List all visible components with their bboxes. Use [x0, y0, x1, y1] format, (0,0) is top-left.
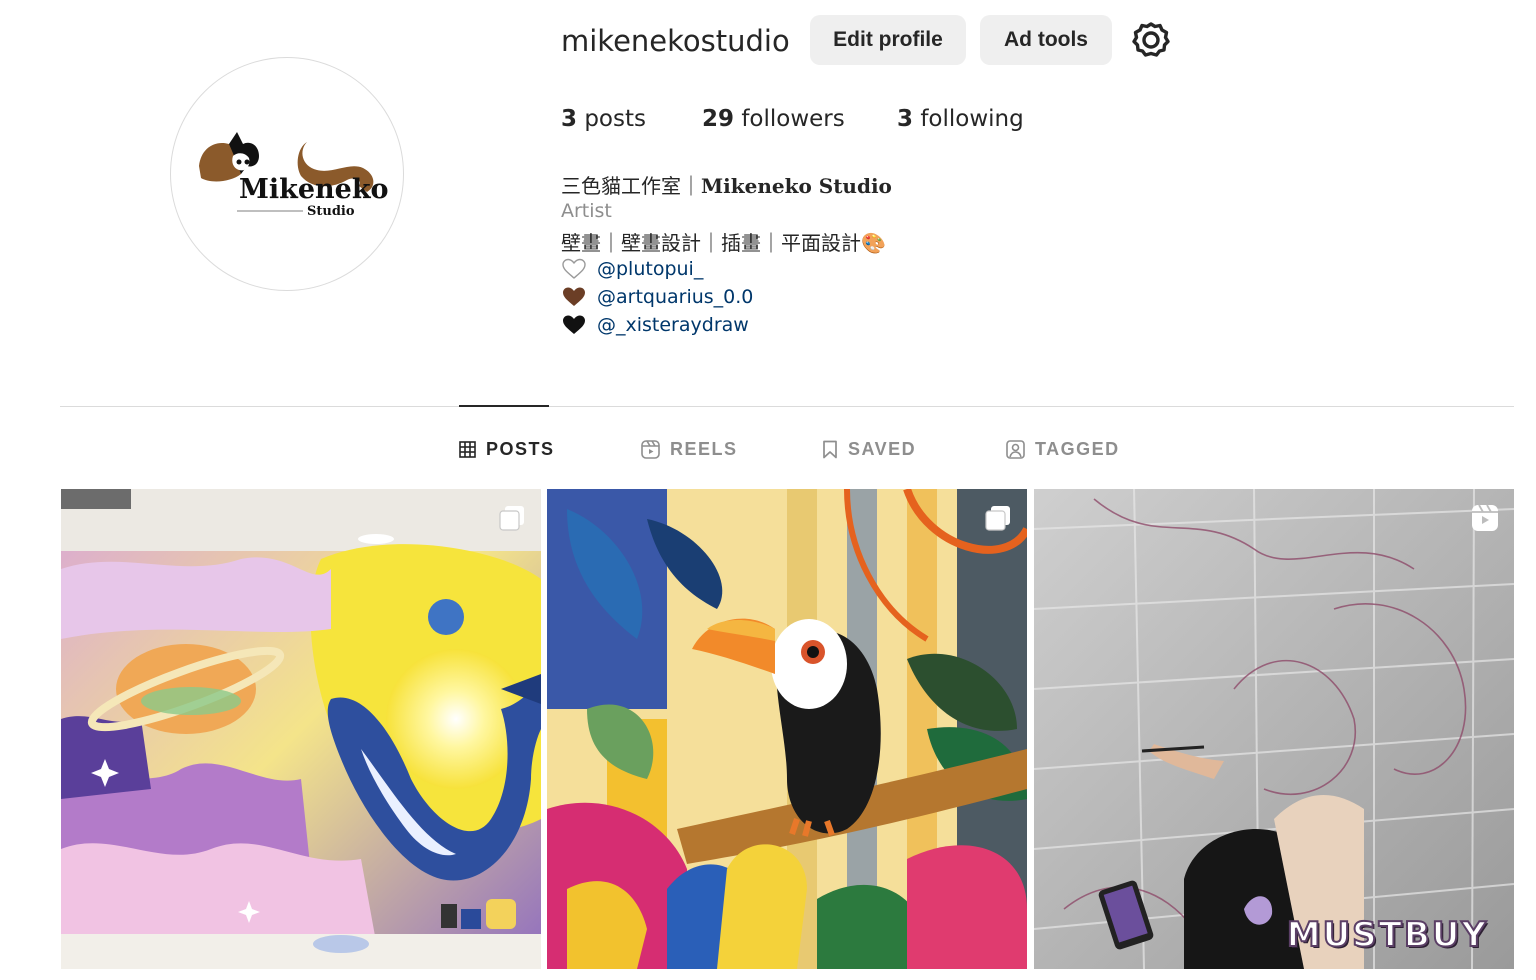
- brown-heart-icon: [563, 287, 585, 306]
- tab-posts[interactable]: POSTS: [459, 436, 555, 462]
- following-count-label: following: [920, 106, 1024, 132]
- reels-icon: [641, 439, 660, 459]
- post-thumbnail[interactable]: MUSTBUY: [1034, 489, 1514, 969]
- bio-title-name: Mikeneko Studio: [701, 174, 892, 198]
- watermark-logo: MUSTBUY: [1286, 914, 1488, 956]
- following-count-value: 3: [897, 106, 914, 132]
- tab-saved[interactable]: SAVED: [822, 436, 916, 462]
- tabs-divider: [60, 406, 1514, 407]
- black-heart-icon: [563, 315, 585, 334]
- bio-title-prefix: 三色貓工作室｜: [561, 174, 701, 198]
- whale-mural-image: [61, 489, 541, 969]
- edit-profile-button[interactable]: Edit profile: [810, 15, 966, 65]
- ad-tools-button[interactable]: Ad tools: [980, 15, 1112, 65]
- toucan-mural-image: [547, 489, 1027, 969]
- carousel-icon: [499, 506, 524, 531]
- bio-link-row: @plutopui_: [561, 255, 703, 283]
- mikeneko-logo: Mikeneko Studio: [199, 132, 389, 219]
- posts-count-value: 3: [561, 106, 578, 132]
- tab-saved-label: SAVED: [848, 438, 917, 459]
- profile-username: mikenekostudio: [561, 24, 790, 58]
- tab-reels-label: REELS: [670, 438, 738, 459]
- white-heart-icon: [562, 258, 586, 279]
- profile-avatar[interactable]: Mikeneko Studio: [170, 57, 404, 291]
- mention-link[interactable]: @plutopui_: [597, 258, 703, 280]
- posts-count-label: posts: [584, 106, 646, 132]
- mention-link[interactable]: @artquarius_0.0: [597, 286, 753, 308]
- followers-link[interactable]: 29 followers: [702, 106, 845, 132]
- logo-subtext: Studio: [307, 204, 355, 219]
- post-thumbnail[interactable]: [547, 489, 1027, 969]
- tab-posts-label: POSTS: [486, 438, 555, 459]
- bio-description: 壁畫｜壁畫設計｜插畫｜平面設計🎨: [561, 231, 886, 255]
- reel-icon: [1472, 504, 1498, 531]
- bio-category: Artist: [561, 200, 612, 222]
- bio-link-row: @_xisteraydraw: [561, 311, 749, 339]
- bio-title: 三色貓工作室｜Mikeneko Studio: [561, 170, 892, 199]
- bio-link-row: @artquarius_0.0: [561, 283, 753, 311]
- following-link[interactable]: 3 following: [897, 106, 1024, 132]
- logo-text: Mikeneko: [239, 174, 389, 205]
- tab-tagged[interactable]: TAGGED: [1006, 436, 1120, 462]
- carousel-icon: [985, 506, 1010, 531]
- active-tab-indicator: [459, 405, 549, 407]
- gear-icon[interactable]: [1132, 20, 1170, 60]
- tab-tagged-label: TAGGED: [1035, 438, 1120, 459]
- post-thumbnail[interactable]: [61, 489, 541, 969]
- bookmark-icon: [823, 440, 837, 458]
- posts-count: 3 posts: [561, 106, 646, 132]
- followers-count-label: followers: [741, 106, 845, 132]
- tab-reels[interactable]: REELS: [641, 436, 738, 462]
- artist-sketching-image: [1034, 489, 1514, 969]
- mention-link[interactable]: @_xisteraydraw: [597, 314, 749, 336]
- tagged-icon: [1006, 439, 1025, 459]
- followers-count-value: 29: [702, 106, 735, 132]
- grid-icon: [459, 440, 476, 458]
